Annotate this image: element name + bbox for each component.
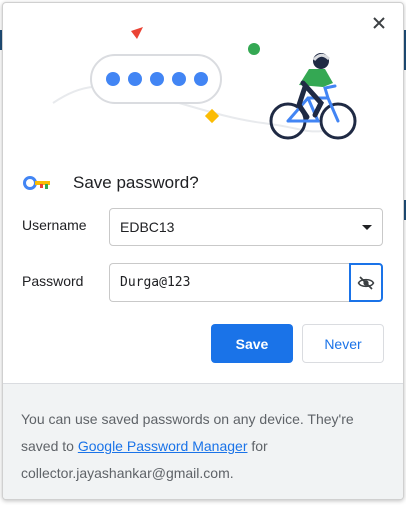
dialog-title: Save password? bbox=[73, 173, 199, 192]
footer-text-after-link: for bbox=[247, 438, 268, 454]
close-button[interactable] bbox=[369, 13, 389, 33]
footer-text: You can use saved passwords on any devic… bbox=[21, 406, 381, 487]
save-password-dialog: Save password? Username EDBC13 Password … bbox=[2, 2, 404, 500]
username-label: Username bbox=[22, 217, 87, 233]
password-field[interactable]: Durga@123 bbox=[109, 263, 349, 302]
username-select[interactable]: EDBC13 bbox=[109, 208, 383, 246]
password-value: Durga@123 bbox=[120, 275, 191, 290]
toggle-password-visibility-button[interactable] bbox=[349, 263, 383, 302]
bicycle-illustration bbox=[52, 27, 357, 140]
key-icon bbox=[23, 176, 50, 190]
dialog-header: Save password? bbox=[23, 169, 199, 197]
eye-off-icon bbox=[357, 275, 375, 290]
username-value: EDBC13 bbox=[120, 219, 175, 235]
chevron-down-icon bbox=[362, 225, 372, 230]
close-icon bbox=[373, 17, 385, 29]
google-password-manager-link[interactable]: Google Password Manager bbox=[78, 438, 248, 454]
dialog-footer: You can use saved passwords on any devic… bbox=[3, 383, 403, 499]
account-email: collector.jayashankar@gmail.com. bbox=[21, 465, 234, 481]
save-button[interactable]: Save bbox=[211, 324, 293, 363]
never-button[interactable]: Never bbox=[302, 324, 384, 363]
password-label: Password bbox=[22, 273, 84, 289]
